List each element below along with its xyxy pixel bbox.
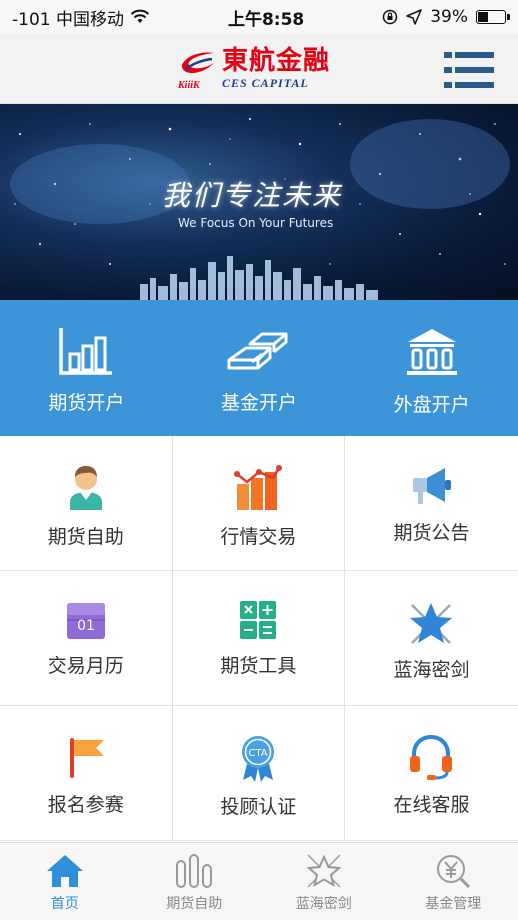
grid-item-label: 蓝海密剑 — [393, 659, 470, 681]
grid-item-label: 在线客服 — [393, 794, 470, 816]
futures-account-label: 期货开户 — [48, 392, 125, 414]
grid-item-label: 期货工具 — [220, 655, 297, 677]
carrier-label: -101 中国移动 — [12, 9, 124, 30]
cta-badge-text: CTA — [249, 748, 268, 759]
wifi-icon — [130, 9, 150, 23]
market-chart-icon — [234, 465, 283, 510]
bar-chart-icon — [59, 328, 113, 375]
grid-item-label: 期货自助 — [47, 526, 124, 548]
grid-item-label: 期货公告 — [393, 522, 470, 544]
grid-item-label: 行情交易 — [220, 526, 297, 548]
status-bar: -101 中国移动 上午8:58 39% — [0, 0, 518, 34]
logo-mark-text: KiiiK — [178, 79, 200, 91]
city-skyline-image — [140, 256, 378, 300]
home-icon — [46, 855, 83, 887]
primary-actions: 期货开户 基金开户 外盘开户 — [0, 300, 518, 436]
bank-icon — [406, 329, 457, 375]
brand-logo: KiiiK 東航金融 CES CAPITAL — [178, 48, 330, 91]
status-left: -101 中国移动 — [12, 5, 150, 30]
banner-slogan-chinese: 我们专注未来 — [162, 179, 343, 212]
fund-account-label: 基金开户 — [221, 392, 298, 414]
calendar-day-text: 01 — [77, 618, 95, 634]
list-menu-icon — [444, 52, 494, 88]
bottom-tab-bar: 首页 期货自助 蓝海密剑 基金管理 — [0, 842, 518, 920]
grid-item-label: 交易月历 — [47, 655, 124, 677]
tab-label: 蓝海密剑 — [295, 896, 352, 912]
battery-percent: 39% — [430, 7, 468, 27]
function-grid: 期货自助 行情交易 期货公告 01 交易月历 期货工具 蓝海密剑 报名参赛 CT… — [0, 436, 518, 841]
grid-item-advisor-certification[interactable]: CTA 投顾认证 — [172, 706, 346, 841]
overseas-account-button[interactable]: 外盘开户 — [345, 300, 518, 436]
status-time: 上午8:58 — [227, 9, 305, 30]
grid-item-futures-self-service[interactable]: 期货自助 — [0, 436, 173, 571]
user-icon — [69, 466, 102, 510]
app-header: KiiiK 東航金融 CES CAPITAL — [0, 34, 518, 104]
tab-futures-self-service[interactable]: 期货自助 — [130, 843, 260, 920]
grid-item-market-trading[interactable]: 行情交易 — [172, 436, 346, 571]
grid-item-label: 报名参赛 — [47, 794, 124, 816]
menu-button[interactable] — [444, 50, 494, 90]
fund-account-button[interactable]: 基金开户 — [173, 300, 346, 436]
logo-text: 東航金融 CES CAPITAL — [222, 48, 330, 89]
grid-item-online-support[interactable]: 在线客服 — [345, 706, 518, 841]
grid-item-trading-calendar[interactable]: 01 交易月历 — [0, 571, 173, 706]
calendar-icon: 01 — [66, 603, 105, 639]
status-right: 39% — [382, 7, 510, 27]
flag-icon — [69, 738, 104, 778]
grid-item-blue-ocean-sword[interactable]: 蓝海密剑 — [345, 571, 518, 706]
grid-item-label: 投顾认证 — [220, 796, 297, 818]
futures-account-button[interactable]: 期货开户 — [0, 300, 173, 436]
tab-label: 首页 — [50, 896, 79, 912]
battery-icon — [476, 10, 510, 24]
location-arrow-icon — [406, 9, 422, 25]
cta-badge-icon: CTA — [242, 736, 275, 782]
grid-item-futures-tools[interactable]: 期货工具 — [172, 571, 346, 706]
tab-blue-ocean-sword[interactable]: 蓝海密剑 — [259, 843, 389, 920]
headset-icon — [410, 734, 453, 780]
hero-banner[interactable]: 我们专注未来 We Focus On Your Futures — [0, 104, 518, 300]
gold-bars-icon — [227, 332, 288, 370]
star-swords-icon — [306, 854, 342, 888]
overseas-account-label: 外盘开户 — [393, 394, 470, 416]
calculator-icon — [240, 601, 277, 639]
tab-label: 期货自助 — [166, 896, 223, 912]
grid-item-competition-signup[interactable]: 报名参赛 — [0, 706, 173, 841]
banner-slogan-english: We Focus On Your Futures — [178, 216, 334, 230]
bars-icon — [176, 854, 213, 888]
tab-home[interactable]: 首页 — [0, 843, 130, 920]
logo-chinese-name: 東航金融 — [222, 46, 331, 76]
logo-english-name: CES CAPITAL — [222, 76, 309, 90]
star-swords-icon — [410, 603, 453, 644]
grid-item-futures-notice[interactable]: 期货公告 — [345, 436, 518, 571]
tab-label: 基金管理 — [425, 896, 482, 912]
tab-fund-management[interactable]: 基金管理 — [389, 843, 518, 920]
yen-wrench-icon — [437, 855, 471, 889]
megaphone-icon — [413, 468, 452, 504]
rotation-lock-icon — [382, 9, 398, 25]
logo-mark-icon: KiiiK — [178, 49, 218, 91]
